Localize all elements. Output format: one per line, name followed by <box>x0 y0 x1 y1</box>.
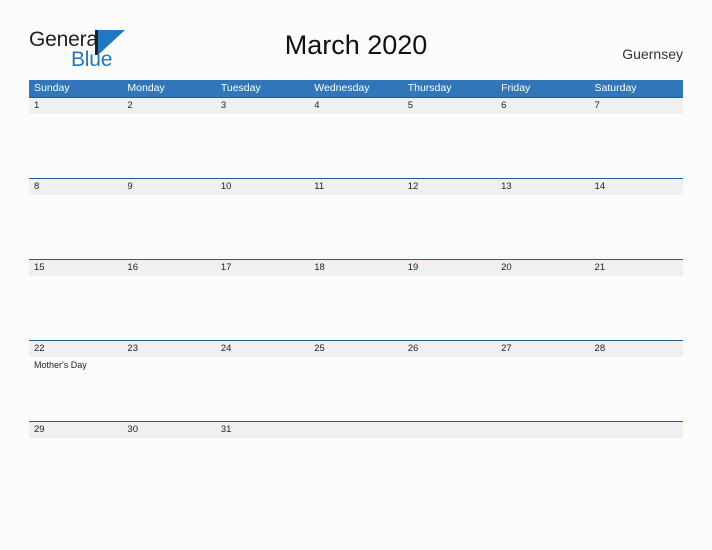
day-number[interactable]: 6 <box>496 98 589 114</box>
day-number[interactable]: 23 <box>122 341 215 357</box>
weekday-header-tuesday: Tuesday <box>220 82 261 94</box>
day-event: Mother's Day <box>34 360 87 370</box>
week-row: 15 16 17 18 19 20 21 <box>29 259 683 340</box>
day-event <box>309 195 402 197</box>
day-event <box>122 114 215 116</box>
day-event <box>590 438 683 440</box>
day-number[interactable]: 13 <box>496 179 589 195</box>
day-event <box>216 195 309 197</box>
day-number[interactable]: 30 <box>122 422 215 438</box>
week-date-strip: 8 9 10 11 12 13 14 <box>29 178 683 195</box>
day-event <box>216 114 309 116</box>
week-event-strip: Mother's Day <box>29 357 683 371</box>
locale-label: Guernsey <box>622 46 683 62</box>
day-event <box>403 438 496 440</box>
day-number[interactable]: 25 <box>309 341 402 357</box>
day-event <box>216 357 309 371</box>
page-title: March 2020 <box>284 30 428 60</box>
day-number[interactable]: 11 <box>309 179 402 195</box>
day-event <box>29 276 122 278</box>
day-number[interactable]: 31 <box>216 422 309 438</box>
weekday-header-friday: Friday <box>501 82 531 94</box>
day-event <box>403 357 496 371</box>
day-number[interactable]: 29 <box>29 422 122 438</box>
day-number[interactable]: 21 <box>590 260 683 276</box>
day-event <box>590 276 683 278</box>
week-event-strip <box>29 195 683 197</box>
day-number-empty <box>590 422 683 438</box>
week-date-strip: 15 16 17 18 19 20 21 <box>29 259 683 276</box>
day-event <box>309 276 402 278</box>
day-event <box>216 438 309 440</box>
day-event <box>496 438 589 440</box>
day-number[interactable]: 8 <box>29 179 122 195</box>
week-row: 29 30 31 <box>29 421 683 502</box>
day-event <box>122 438 215 440</box>
page-header: General Blue March 2020 Guernsey <box>0 0 712 80</box>
day-number[interactable]: 18 <box>309 260 402 276</box>
day-event <box>590 357 683 371</box>
weekday-header-sunday: Sunday <box>34 82 70 94</box>
week-row: 8 9 10 11 12 13 14 <box>29 178 683 259</box>
day-number[interactable]: 28 <box>590 341 683 357</box>
weekday-header-thursday: Thursday <box>407 82 452 94</box>
day-number[interactable]: 9 <box>122 179 215 195</box>
weekday-header-wednesday: Wednesday <box>314 82 370 94</box>
day-number[interactable]: 16 <box>122 260 215 276</box>
day-number[interactable]: 26 <box>403 341 496 357</box>
weekday-header-monday: Monday <box>127 82 165 94</box>
day-event <box>309 357 402 371</box>
day-number[interactable]: 14 <box>590 179 683 195</box>
day-event <box>403 276 496 278</box>
calendar-grid: Sunday Monday Tuesday Wednesday Thursday… <box>29 80 683 502</box>
day-event <box>29 195 122 197</box>
day-event <box>122 276 215 278</box>
day-number-empty <box>309 422 402 438</box>
day-event <box>122 195 215 197</box>
week-date-strip: 1 2 3 4 5 6 7 <box>29 97 683 114</box>
day-number[interactable]: 15 <box>29 260 122 276</box>
day-number[interactable]: 20 <box>496 260 589 276</box>
day-event <box>496 114 589 116</box>
day-event <box>590 114 683 116</box>
day-event <box>496 195 589 197</box>
day-number-empty <box>496 422 589 438</box>
day-event <box>122 357 215 371</box>
weekday-header-saturday: Saturday <box>594 82 637 94</box>
day-number[interactable]: 24 <box>216 341 309 357</box>
day-event <box>309 114 402 116</box>
day-event <box>496 276 589 278</box>
day-number[interactable]: 19 <box>403 260 496 276</box>
week-date-strip: 29 30 31 <box>29 421 683 438</box>
day-event <box>309 438 402 440</box>
week-event-strip <box>29 114 683 116</box>
week-event-strip <box>29 438 683 440</box>
day-number[interactable]: 22 <box>29 341 122 357</box>
day-event <box>29 438 122 440</box>
day-event <box>403 114 496 116</box>
day-number[interactable]: 2 <box>122 98 215 114</box>
day-event <box>590 195 683 197</box>
week-row: 22 23 24 25 26 27 28 Mother's Day <box>29 340 683 421</box>
day-number[interactable]: 17 <box>216 260 309 276</box>
week-row: 1 2 3 4 5 6 7 <box>29 97 683 178</box>
week-date-strip: 22 23 24 25 26 27 28 <box>29 340 683 357</box>
day-event <box>29 114 122 116</box>
day-number[interactable]: 4 <box>309 98 402 114</box>
day-number[interactable]: 12 <box>403 179 496 195</box>
day-event <box>403 195 496 197</box>
day-number[interactable]: 1 <box>29 98 122 114</box>
day-event <box>216 276 309 278</box>
day-number-empty <box>403 422 496 438</box>
weekday-header-row: Sunday Monday Tuesday Wednesday Thursday… <box>29 80 683 97</box>
day-number[interactable]: 5 <box>403 98 496 114</box>
day-number[interactable]: 27 <box>496 341 589 357</box>
day-number[interactable]: 7 <box>590 98 683 114</box>
day-event <box>496 357 589 371</box>
day-number[interactable]: 10 <box>216 179 309 195</box>
day-number[interactable]: 3 <box>216 98 309 114</box>
week-event-strip <box>29 276 683 278</box>
